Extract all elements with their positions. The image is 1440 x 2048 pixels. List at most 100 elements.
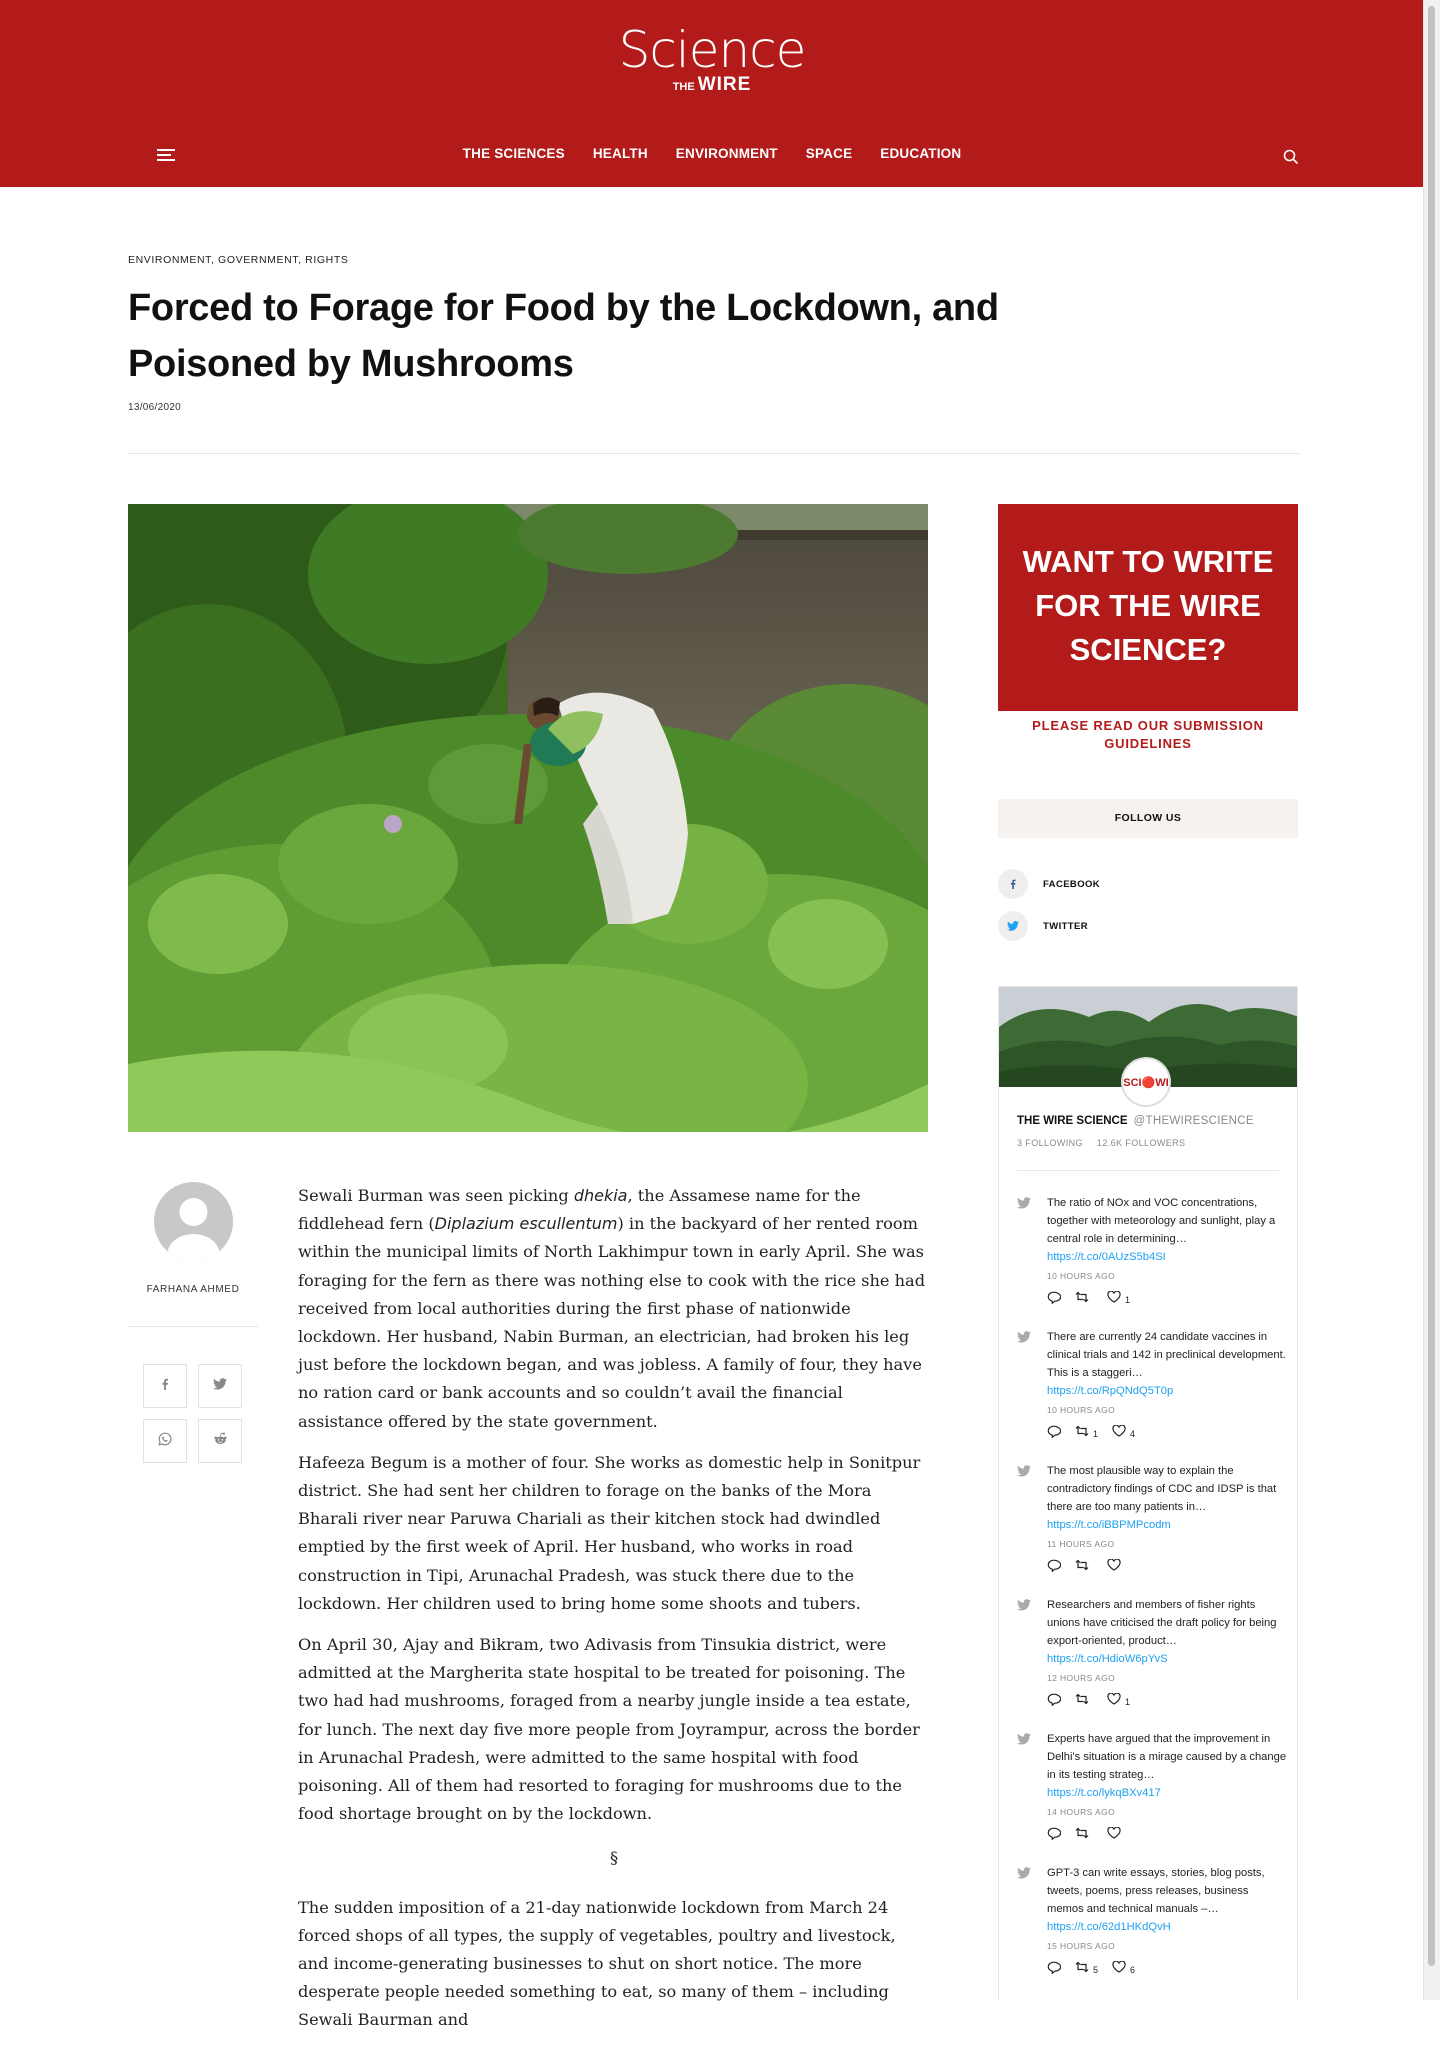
hero-image — [128, 504, 928, 1132]
followers-count[interactable]: 12.6K FOLLOWERS — [1097, 1138, 1186, 1148]
twitter-icon — [998, 911, 1028, 941]
tweet-time[interactable]: 11 HOURS AGO — [1047, 1538, 1287, 1550]
article-date: 13/06/2020 — [128, 402, 182, 413]
tweet-link[interactable]: https://t.co/0AUzS5b4SI — [1047, 1248, 1287, 1266]
tweet-actions: 1 — [1047, 1290, 1287, 1310]
tweet-body: The most plausible way to explain the co… — [1047, 1462, 1287, 1576]
nav-the-sciences[interactable]: THE SCIENCES — [463, 146, 565, 161]
submission-guidelines-link[interactable]: PLEASE READ OUR SUBMISSION GUIDELINES — [998, 717, 1298, 753]
twitter-stats: 3 FOLLOWING 12.6K FOLLOWERS — [1017, 1138, 1185, 1148]
tweet-link[interactable]: https://t.co/iBBPMPcodm — [1047, 1516, 1287, 1534]
heart-icon — [1112, 1960, 1126, 1979]
article-body: Sewali Burman was seen picking dhekia, t… — [298, 1182, 930, 2048]
reply-icon — [1047, 1291, 1062, 1310]
tweet-time[interactable]: 10 HOURS AGO — [1047, 1404, 1287, 1416]
whatsapp-icon — [158, 1432, 172, 1451]
logo-the-wire: THE WIRE — [0, 74, 1424, 96]
share-twitter-button[interactable] — [198, 1364, 242, 1408]
reply-button[interactable] — [1047, 1961, 1062, 1980]
retweet-button[interactable]: 5 — [1075, 1961, 1098, 1979]
article-categories[interactable]: ENVIRONMENT, GOVERNMENT, RIGHTS — [128, 254, 348, 266]
retweet-button[interactable] — [1075, 1827, 1093, 1845]
main-nav: THE SCIENCES HEALTH ENVIRONMENT SPACE ED… — [0, 146, 1424, 161]
heart-icon — [1107, 1558, 1121, 1577]
like-button[interactable] — [1107, 1826, 1125, 1845]
search-icon[interactable] — [1282, 148, 1300, 166]
reply-button[interactable] — [1047, 1559, 1062, 1578]
retweet-icon — [1075, 1827, 1089, 1845]
retweet-icon — [1075, 1961, 1089, 1979]
article-title: Forced to Forage for Food by the Lockdow… — [128, 287, 999, 385]
reply-button[interactable] — [1047, 1827, 1062, 1846]
tweet-time[interactable]: 14 HOURS AGO — [1047, 1806, 1287, 1818]
social-twitter-link[interactable]: TWITTER — [998, 911, 1088, 941]
retweet-button[interactable]: 1 — [1075, 1425, 1098, 1443]
divider — [1017, 1170, 1279, 1171]
like-button[interactable]: 6 — [1112, 1960, 1136, 1979]
like-button[interactable]: 1 — [1107, 1290, 1130, 1309]
tweet-actions — [1047, 1558, 1287, 1578]
tweet-actions: 1 — [1047, 1692, 1287, 1712]
tweet-time[interactable]: 15 HOURS AGO — [1047, 1940, 1287, 1952]
tweet-body: Researchers and members of fisher rights… — [1047, 1596, 1287, 1710]
retweet-count: 1 — [1093, 1429, 1099, 1439]
nav-environment[interactable]: ENVIRONMENT — [676, 146, 778, 161]
retweet-icon — [1075, 1693, 1089, 1711]
reply-button[interactable] — [1047, 1291, 1062, 1310]
author-name[interactable]: FARHANA AHMED — [128, 1284, 258, 1295]
write-for-us-banner[interactable]: WANT TO WRITE FOR THE WIRE SCIENCE? — [998, 504, 1298, 711]
author-avatar[interactable] — [153, 1182, 233, 1261]
article-paragraph: Sewali Burman was seen picking dhekia, t… — [298, 1186, 926, 1431]
logo-science: Science — [618, 21, 807, 79]
tweet-text: The most plausible way to explain the co… — [1047, 1465, 1277, 1513]
following-count[interactable]: 3 FOLLOWING — [1017, 1138, 1083, 1148]
social-label: FACEBOOK — [1043, 878, 1101, 890]
retweet-button[interactable] — [1075, 1693, 1093, 1711]
nav-education[interactable]: EDUCATION — [880, 146, 961, 161]
reply-icon — [1047, 1425, 1062, 1444]
reply-icon — [1047, 1559, 1062, 1578]
retweet-button[interactable] — [1075, 1291, 1093, 1309]
twitter-avatar[interactable]: SCI🔴WI — [1121, 1057, 1171, 1107]
twitter-account-name[interactable]: THE WIRE SCIENCE @THEWIRESCIENCE — [1017, 1115, 1254, 1127]
share-whatsapp-button[interactable] — [143, 1419, 187, 1463]
tweet-body: The ratio of NOx and VOC concentrations,… — [1047, 1194, 1287, 1308]
social-facebook-link[interactable]: FACEBOOK — [998, 869, 1100, 899]
share-facebook-button[interactable] — [143, 1364, 187, 1408]
nav-health[interactable]: HEALTH — [593, 146, 648, 161]
tweet-text: Researchers and members of fisher rights… — [1047, 1599, 1277, 1647]
like-button[interactable]: 4 — [1112, 1424, 1135, 1443]
reddit-icon — [213, 1432, 228, 1450]
twitter-handle[interactable]: @THEWIRESCIENCE — [1134, 1115, 1254, 1127]
site-logo[interactable]: Science THE WIRE — [0, 24, 1424, 96]
tweet-time[interactable]: 10 HOURS AGO — [1047, 1270, 1287, 1282]
like-button[interactable] — [1107, 1558, 1125, 1577]
article-paragraph: Hafeeza Begum is a mother of four. She w… — [298, 1452, 921, 1613]
reply-button[interactable] — [1047, 1693, 1062, 1712]
page-scrollbar[interactable] — [1423, 0, 1440, 2000]
tweet-link[interactable]: https://t.co/RpQNdQ5T0p — [1047, 1382, 1287, 1400]
tweet-body: Experts have argued that the improvement… — [1047, 1730, 1287, 1844]
tweet-link[interactable]: https://t.co/lykqBXv417 — [1047, 1784, 1287, 1802]
share-reddit-button[interactable] — [198, 1419, 242, 1463]
like-count: 6 — [1130, 1965, 1136, 1975]
tweet-actions: 56 — [1047, 1960, 1287, 1980]
heart-icon — [1112, 1424, 1126, 1443]
scrollbar-thumb[interactable] — [1428, 6, 1435, 1966]
like-button[interactable]: 1 — [1107, 1692, 1130, 1711]
tweet-link[interactable]: https://t.co/62d1HKdQvH — [1047, 1918, 1287, 1936]
reply-button[interactable] — [1047, 1425, 1062, 1444]
tweet-text: GPT-3 can write essays, stories, blog po… — [1047, 1867, 1265, 1915]
twitter-bird-icon — [1017, 1732, 1031, 1750]
tweet-actions: 14 — [1047, 1424, 1287, 1444]
tweet-body: There are currently 24 candidate vaccine… — [1047, 1328, 1287, 1442]
nav-space[interactable]: SPACE — [806, 146, 853, 161]
retweet-button[interactable] — [1075, 1559, 1093, 1577]
logo-the: THE — [672, 81, 695, 93]
social-label: TWITTER — [1043, 920, 1089, 932]
reply-icon — [1047, 1961, 1062, 1980]
twitter-bird-icon — [1017, 1464, 1031, 1482]
tweet-link[interactable]: https://t.co/HdioW6pYvS — [1047, 1650, 1287, 1668]
reply-icon — [1047, 1693, 1062, 1712]
tweet-time[interactable]: 12 HOURS AGO — [1047, 1672, 1287, 1684]
